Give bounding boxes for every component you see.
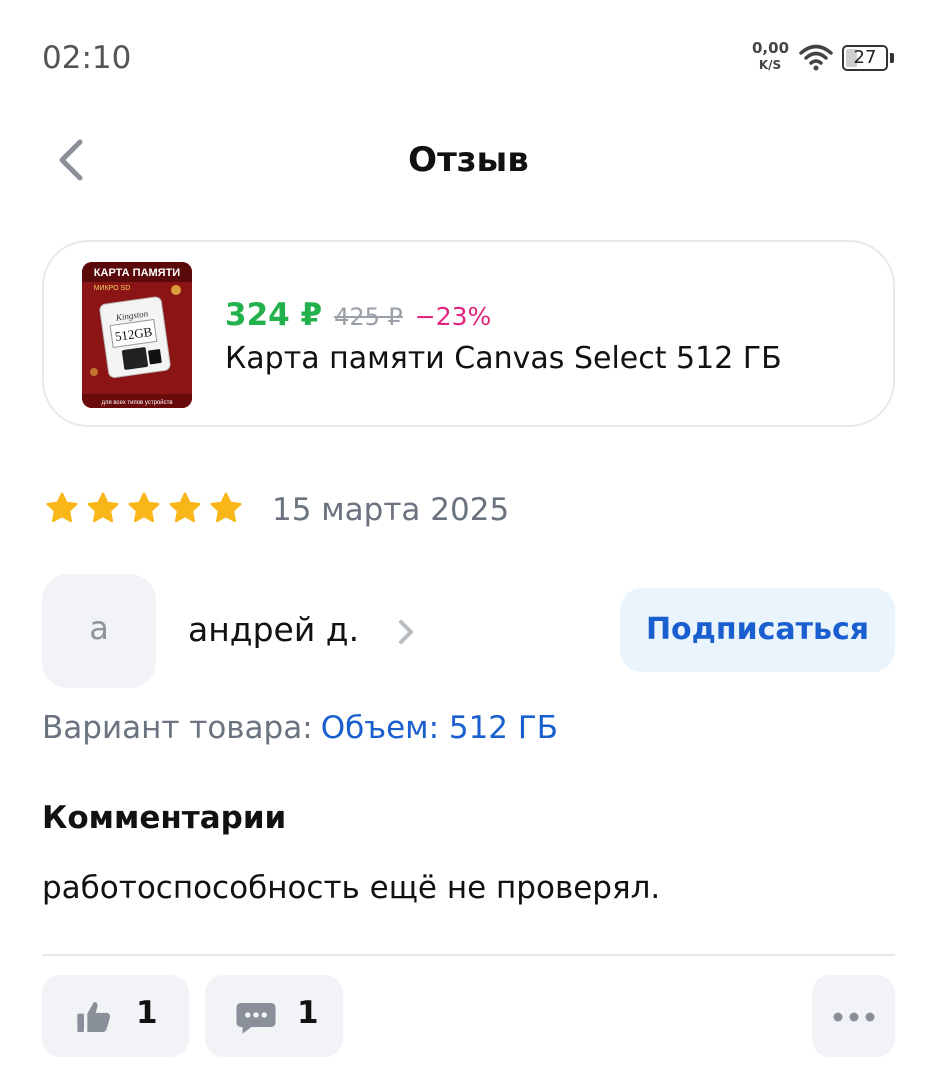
author-row: а андрей д. Подписаться (42, 574, 895, 688)
comments-count: 1 (297, 995, 319, 1031)
author-name[interactable]: андрей д. (188, 610, 359, 649)
more-button[interactable] (812, 975, 895, 1057)
star-icon (128, 492, 160, 523)
variant-label: Вариант товара: (42, 710, 313, 746)
price-old: 425 ₽ (334, 303, 403, 331)
thumbs-up-icon (77, 1002, 111, 1032)
product-image: КАРТА ПАМЯТИ МИКРО SD Kingston 512GB для… (82, 262, 192, 408)
battery-cap (890, 53, 894, 63)
chat-bubble-icon (236, 1003, 276, 1034)
like-button[interactable]: 1 (42, 975, 189, 1057)
image-banner-text: КАРТА ПАМЯТИ (94, 267, 181, 279)
status-bar: 02:10 0,00 K/S 27 (0, 0, 937, 120)
divider (42, 954, 895, 956)
comments-heading: Комментарии (42, 800, 287, 836)
network-speed: 0,00 K/S (752, 39, 790, 74)
comment-text: работоспособность ещё не проверял. (42, 870, 661, 906)
product-image-art: КАРТА ПАМЯТИ МИКРО SD Kingston 512GB для… (82, 262, 192, 408)
review-date: 15 марта 2025 (272, 492, 510, 528)
header: Отзыв (0, 120, 937, 200)
battery-level: 27 (853, 47, 877, 68)
network-speed-unit: K/S (758, 58, 782, 72)
avatar[interactable]: а (42, 574, 156, 688)
product-name: Карта памяти Canvas Select 512 ГБ (225, 341, 782, 376)
product-variant: Вариант товара: Объем: 512 ГБ (42, 710, 558, 746)
chevron-right-icon[interactable] (394, 616, 418, 648)
comment-button[interactable]: 1 (205, 975, 343, 1057)
price-discount: −23% (414, 302, 492, 331)
wifi-icon (799, 44, 833, 71)
star-icon (169, 492, 201, 523)
price-row: 324 ₽ 425 ₽ −23% (225, 297, 491, 333)
price-current: 324 ₽ (225, 297, 323, 333)
star-icon (210, 492, 242, 523)
likes-count: 1 (136, 995, 158, 1031)
star-icon (87, 492, 119, 523)
network-speed-value: 0,00 (752, 39, 790, 57)
subscribe-button[interactable]: Подписаться (620, 588, 895, 672)
product-card[interactable]: КАРТА ПАМЯТИ МИКРО SD Kingston 512GB для… (42, 240, 895, 427)
more-dots-icon (833, 1012, 875, 1022)
rating-row: 15 марта 2025 (44, 490, 509, 534)
image-footer-text: для всех типов устройств (101, 399, 172, 406)
image-sub-text: МИКРО SD (94, 285, 131, 292)
page-title: Отзыв (408, 140, 529, 180)
status-time: 02:10 (42, 40, 132, 76)
star-icon (46, 492, 78, 523)
battery-icon: 27 (842, 45, 888, 71)
variant-value[interactable]: Объем: 512 ГБ (321, 710, 558, 746)
